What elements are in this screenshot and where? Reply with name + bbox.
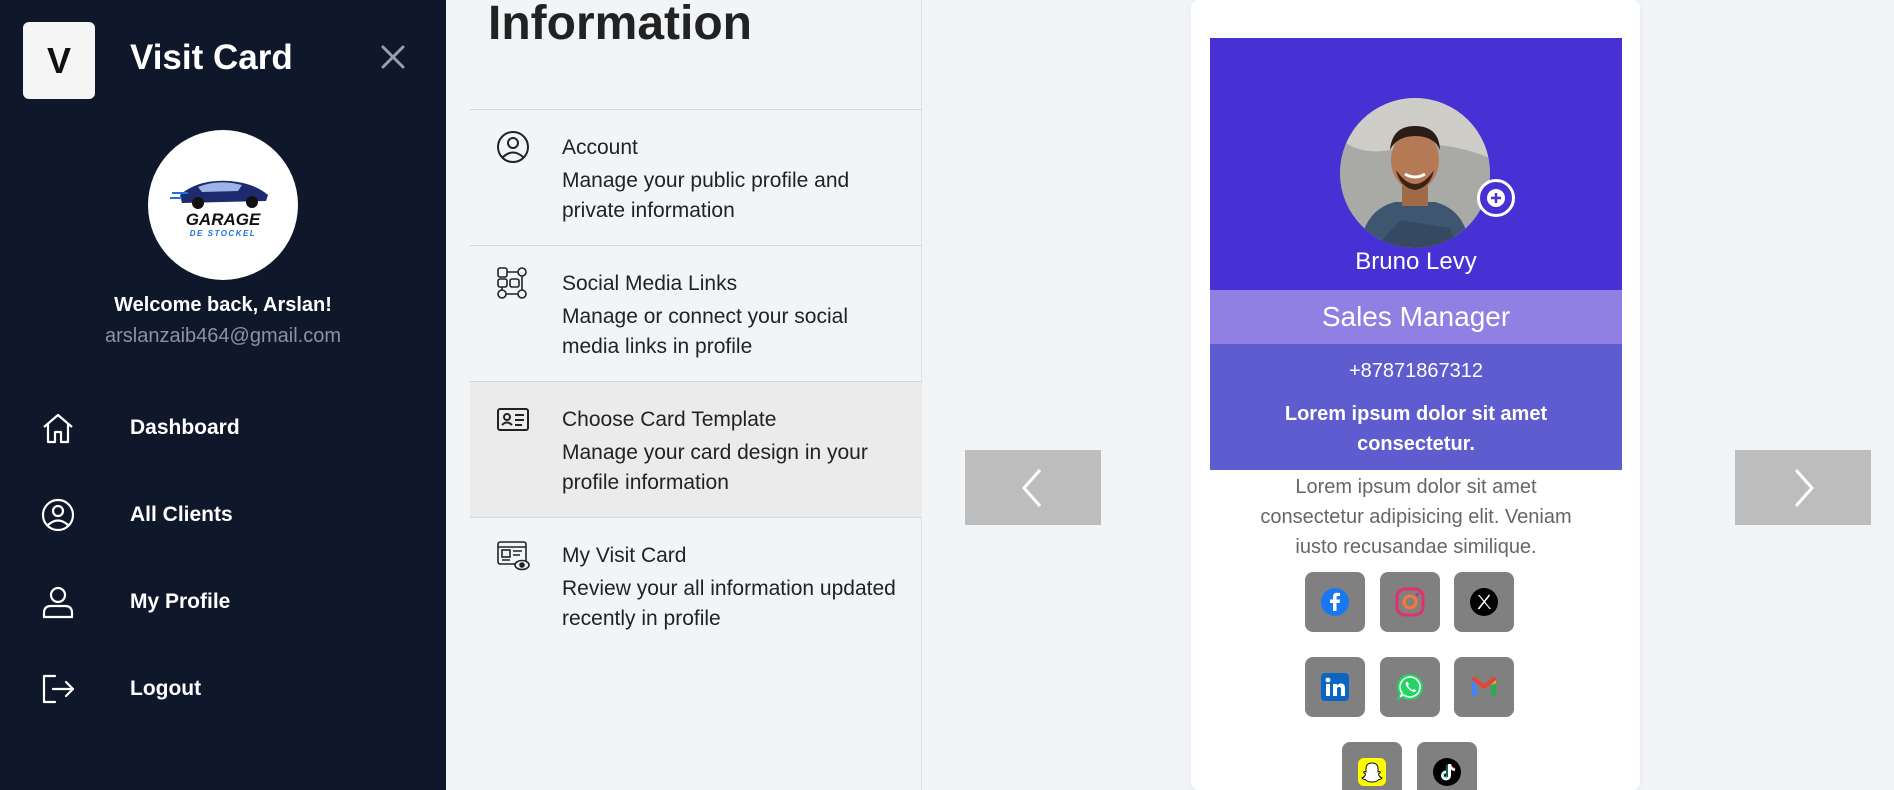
menu-item-choose-card-template[interactable]: Choose Card Template Manage your card de… <box>470 381 922 517</box>
nav-my-profile[interactable]: My Profile <box>0 572 446 632</box>
menu-item-account[interactable]: Account Manage your public profile and p… <box>470 109 922 245</box>
nav-all-clients[interactable]: All Clients <box>0 485 446 545</box>
nav-label-my-profile: My Profile <box>130 590 231 613</box>
welcome-text: Welcome back, Arslan! <box>114 294 332 316</box>
car-logo-icon: GARAGE DE STOCKEL <box>170 180 268 238</box>
home-icon <box>38 408 78 448</box>
user-email: arslanzaib464@gmail.com <box>105 325 341 347</box>
close-icon <box>381 45 405 69</box>
nav-logout[interactable]: Logout <box>0 659 446 719</box>
information-panel: Information Account Manage your public p… <box>446 0 922 790</box>
id-card-icon <box>497 408 529 431</box>
menu-item-title: My Visit Card <box>562 544 687 567</box>
x-icon <box>1470 588 1498 616</box>
menu-item-social-media-links[interactable]: Social Media Links Manage or connect you… <box>470 245 922 381</box>
visit-card-preview: Bruno Levy Sales Manager +87871867312 Lo… <box>1191 0 1640 790</box>
nav-label-all-clients: All Clients <box>130 503 233 526</box>
nav-label-dashboard: Dashboard <box>130 416 240 439</box>
visit-card-view-icon <box>497 541 530 571</box>
card-header: Bruno Levy <box>1210 38 1622 290</box>
card-role: Sales Manager <box>1210 290 1622 344</box>
x-button[interactable] <box>1454 572 1514 632</box>
linkedin-icon <box>1321 673 1349 701</box>
company-logo-line1: GARAGE <box>186 210 261 229</box>
menu-item-title: Account <box>562 136 638 159</box>
company-logo: GARAGE DE STOCKEL <box>148 130 298 280</box>
menu-item-desc: Manage your public profile and private i… <box>562 169 850 222</box>
plus-icon <box>1487 189 1505 207</box>
whatsapp-button[interactable] <box>1380 657 1440 717</box>
gmail-button[interactable] <box>1454 657 1514 717</box>
chevron-right-icon <box>1794 468 1815 507</box>
chevron-left-icon <box>1021 468 1042 507</box>
snapchat-button[interactable] <box>1342 742 1402 790</box>
carousel-prev-button[interactable] <box>965 450 1101 525</box>
card-contact-section: +87871867312 Lorem ipsum dolor sit amet … <box>1210 344 1622 470</box>
information-menu: Account Manage your public profile and p… <box>470 109 922 653</box>
nav-label-logout: Logout <box>130 677 202 700</box>
instagram-button[interactable] <box>1380 572 1440 632</box>
menu-item-desc: Manage or connect your social media link… <box>562 305 848 358</box>
logout-icon <box>38 669 78 709</box>
app-logo[interactable]: V <box>23 22 95 99</box>
app-logo-letter: V <box>46 39 71 81</box>
menu-item-my-visit-card[interactable]: My Visit Card Review your all informatio… <box>470 517 922 653</box>
instagram-icon <box>1395 587 1425 617</box>
card-bio: Lorem ipsum dolor sit amet consectetur a… <box>1260 476 1572 558</box>
facebook-icon <box>1321 588 1349 616</box>
menu-item-title: Social Media Links <box>562 272 738 295</box>
menu-item-desc: Manage your card design in your profile … <box>562 441 868 494</box>
add-photo-button[interactable] <box>1477 179 1515 217</box>
card-phone: +87871867312 <box>1348 360 1484 382</box>
carousel-next-button[interactable] <box>1735 450 1871 525</box>
card-name: Bruno Levy <box>1355 248 1477 275</box>
tiktok-button[interactable] <box>1417 742 1477 790</box>
menu-item-desc: Review your all information updated rece… <box>562 577 896 630</box>
gmail-icon <box>1472 677 1496 696</box>
tiktok-icon <box>1433 758 1461 786</box>
user-icon <box>38 582 78 622</box>
facebook-button[interactable] <box>1305 572 1365 632</box>
linkedin-button[interactable] <box>1305 657 1365 717</box>
app-title: Visit Card <box>130 38 293 77</box>
page-title: Information <box>488 0 752 50</box>
profile-photo <box>1340 98 1490 248</box>
whatsapp-icon <box>1396 673 1423 700</box>
menu-item-title: Choose Card Template <box>562 408 777 431</box>
card-tagline: Lorem ipsum dolor sit amet consectetur. <box>1284 403 1548 455</box>
snapchat-icon <box>1358 758 1386 786</box>
nav-dashboard[interactable]: Dashboard <box>0 398 446 458</box>
avatar <box>1340 98 1490 248</box>
user-circle-icon <box>38 495 78 535</box>
company-logo-line2: DE STOCKEL <box>190 229 256 238</box>
social-links-icon <box>497 267 527 299</box>
sidebar: V Visit Card GARAGE DE STOCKEL Welcome b… <box>0 0 446 790</box>
close-sidebar-button[interactable] <box>376 40 410 74</box>
user-circle-icon <box>497 131 529 163</box>
